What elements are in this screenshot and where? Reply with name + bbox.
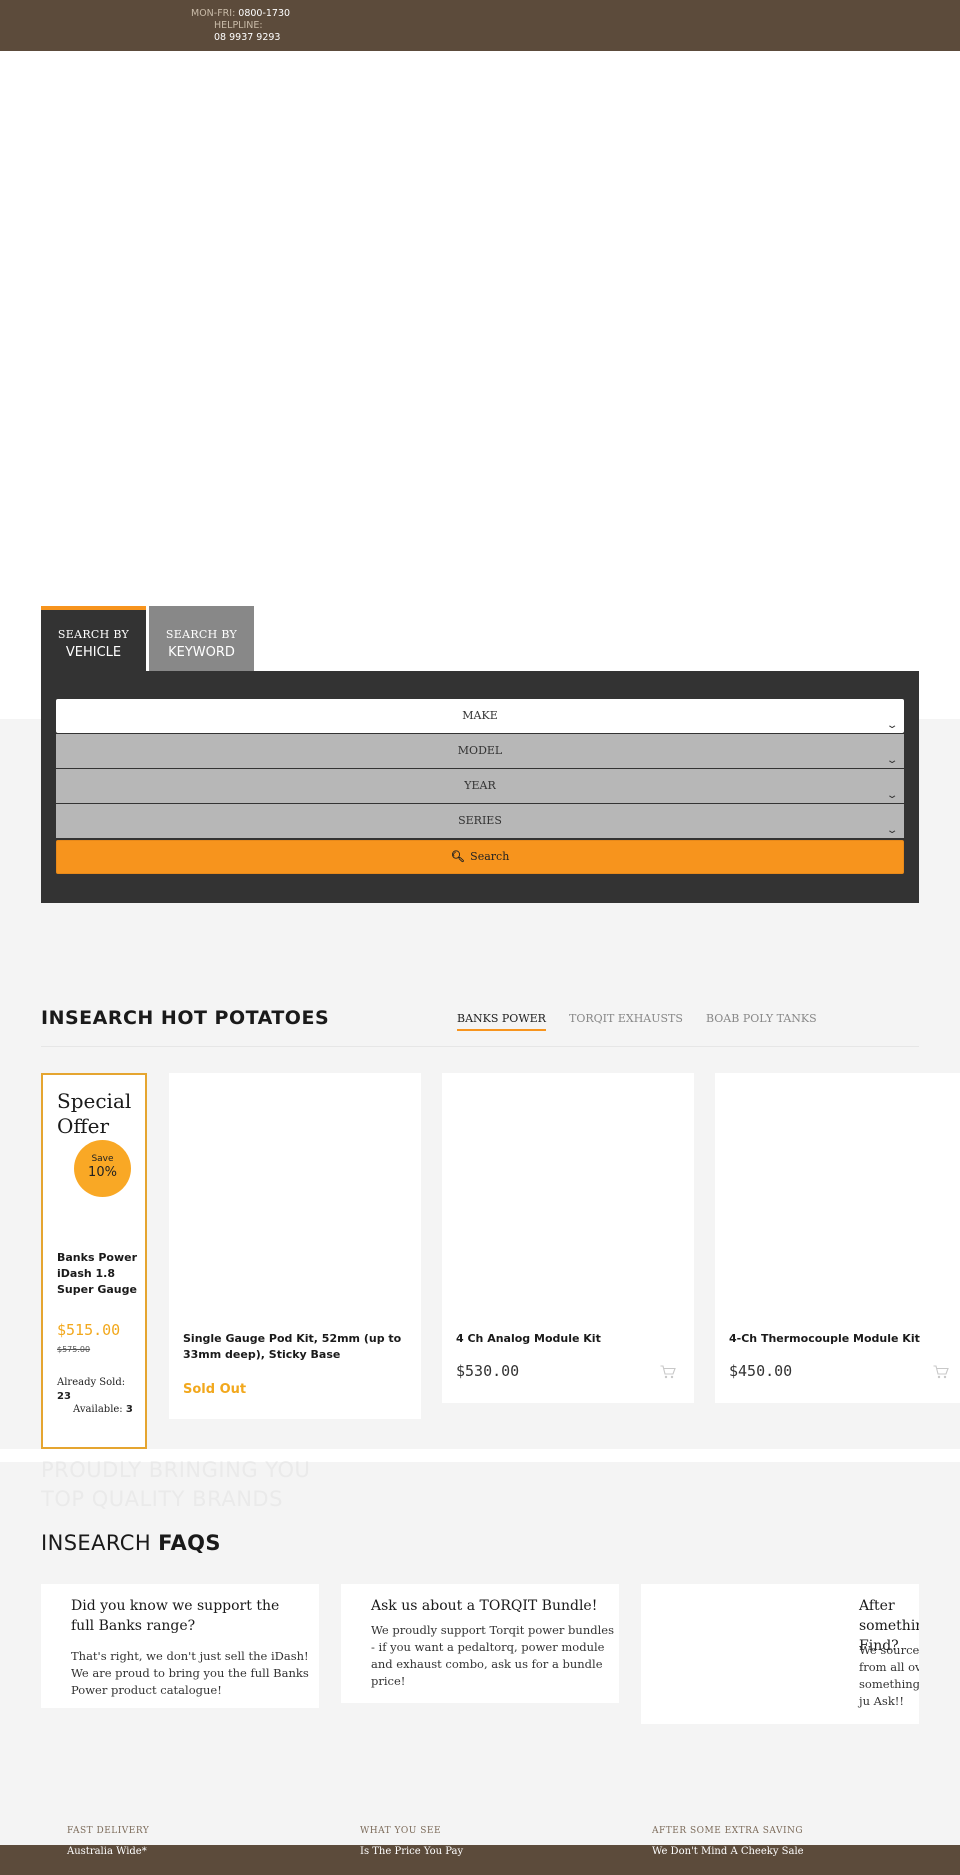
product-card[interactable]: 4-Ch Thermocouple Module Kit $450.00 — [715, 1073, 960, 1403]
faq-card: Ask us about a TORQIT Bundle! We proudly… — [341, 1584, 619, 1703]
helpline-label: HELPLINE: — [214, 20, 263, 31]
faqs-title-bold: FAQS — [158, 1531, 221, 1555]
faq-question: Ask us about a TORQIT Bundle! — [371, 1598, 598, 1614]
faq-answer: That's right, we don't just sell the iDa… — [71, 1649, 309, 1697]
year-select[interactable]: YEAR ⌄ — [56, 769, 904, 803]
faq-question: Did you know we support the full Banks r… — [71, 1598, 280, 1634]
tab-keyword-big: KEYWORD — [168, 645, 235, 660]
already-sold: Already Sold: 23 — [57, 1376, 125, 1404]
faq-answer: We proudly support Torqit power bundles … — [371, 1623, 614, 1688]
product-title[interactable]: Single Gauge Pod Kit, 52mm (up to 33mm d… — [183, 1331, 403, 1363]
make-select-label: MAKE — [462, 709, 498, 722]
section-divider — [41, 1046, 919, 1047]
special-offer-heading: Special Offer — [57, 1089, 131, 1139]
vehicle-search-panel: MAKE ⌄ MODEL ⌄ YEAR ⌄ SERIES ⌄ 🔍︎ Search — [41, 671, 919, 903]
available: Available: 3 — [73, 1404, 133, 1415]
footer-feature-sub: Australia Wide* — [67, 1846, 147, 1857]
model-select-label: MODEL — [457, 744, 503, 757]
special-heading-line1: Special — [57, 1089, 132, 1113]
helpline-phone-link[interactable]: 08 9937 9293 — [214, 32, 280, 43]
tab-vehicle-small: SEARCH BY — [57, 628, 130, 641]
search-button-label: Search — [470, 850, 510, 863]
footer-feature-title: FAST DELIVERY — [67, 1826, 150, 1836]
faq-card: Did you know we support the full Banks r… — [41, 1584, 319, 1708]
footer-feature-title: AFTER SOME EXTRA SAVING — [652, 1826, 804, 1836]
tab-banks-power[interactable]: BANKS POWER — [457, 1012, 546, 1031]
special-price: $515.00 — [57, 1321, 121, 1339]
brands-line1: PROUDLY BRINGING YOU — [41, 1458, 311, 1482]
available-label: Available: — [73, 1404, 123, 1415]
footer-feature-sub: Is The Price You Pay — [360, 1846, 464, 1857]
tab-torqit-exhausts[interactable]: TORQIT EXHAUSTS — [569, 1012, 683, 1025]
brands-heading: PROUDLY BRINGING YOU TOP QUALITY BRANDS — [41, 1456, 310, 1514]
product-card[interactable]: 4 Ch Analog Module Kit $530.00 — [442, 1073, 694, 1403]
save-percent: 10% — [88, 1165, 117, 1180]
footer-feature-title: WHAT YOU SEE — [360, 1826, 442, 1836]
product-title[interactable]: 4-Ch Thermocouple Module Kit — [729, 1331, 944, 1347]
sold-label: Already Sold: — [57, 1377, 126, 1388]
product-title[interactable]: 4 Ch Analog Module Kit — [456, 1331, 676, 1347]
brands-line2: TOP QUALITY BRANDS — [41, 1487, 283, 1511]
product-card[interactable]: Single Gauge Pod Kit, 52mm (up to 33mm d… — [169, 1073, 421, 1419]
top-bar: MON-FRI: 0800-1730 HELPLINE: 08 9937 9293 — [0, 0, 960, 51]
year-select-label: YEAR — [464, 779, 496, 792]
faqs-title: INSEARCH FAQS — [41, 1531, 221, 1555]
hot-potatoes-title: INSEARCH HOT POTATOES — [41, 1007, 330, 1029]
search-button[interactable]: 🔍︎ Search — [56, 840, 904, 874]
save-label: Save — [91, 1154, 114, 1164]
product-price: $450.00 — [729, 1362, 793, 1380]
tab-keyword-small: SEARCH BY — [165, 628, 238, 641]
faq-answer: We source Parts from all over the someth… — [859, 1643, 919, 1708]
sold-value: 23 — [57, 1391, 71, 1402]
faq-card: After something Find? We source Parts fr… — [641, 1584, 919, 1724]
product-price: $530.00 — [456, 1362, 520, 1380]
make-select[interactable]: MAKE ⌄ — [56, 699, 904, 733]
model-select[interactable]: MODEL ⌄ — [56, 734, 904, 768]
cart-icon[interactable] — [660, 1365, 676, 1379]
special-heading-line2: Offer — [57, 1114, 110, 1138]
series-select-label: SERIES — [458, 814, 502, 827]
special-product-name[interactable]: Banks Power iDash 1.8 Super Gauge — [57, 1250, 137, 1298]
faqs-title-light: INSEARCH — [41, 1531, 159, 1555]
series-select[interactable]: SERIES ⌄ — [56, 804, 904, 838]
footer-bar: FAST DELIVERY Australia Wide* WHAT YOU S… — [0, 1826, 960, 1875]
tab-vehicle-big: VEHICLE — [65, 645, 122, 660]
tab-boab-poly-tanks[interactable]: BOAB POLY TANKS — [706, 1012, 817, 1025]
hours-value: 0800-1730 — [238, 8, 291, 19]
tab-search-by-keyword[interactable]: SEARCH BY KEYWORD — [149, 606, 254, 672]
footer-feature-sub: We Don't Mind A Cheeky Sale — [652, 1846, 804, 1857]
opening-hours: MON-FRI: 0800-1730 — [191, 8, 290, 19]
sold-out-label: Sold Out — [183, 1382, 247, 1397]
hours-label: MON-FRI: — [191, 8, 236, 19]
available-value: 3 — [125, 1404, 133, 1415]
search-icon: 🔍︎ — [450, 850, 465, 863]
tab-search-by-vehicle[interactable]: SEARCH BY VEHICLE — [41, 606, 146, 672]
special-offer-card[interactable]: Special Offer Save 10% Banks Power iDash… — [41, 1073, 147, 1449]
cart-icon[interactable] — [933, 1365, 949, 1379]
save-badge: Save 10% — [74, 1140, 131, 1197]
special-old-price: $575.00 — [57, 1345, 91, 1354]
